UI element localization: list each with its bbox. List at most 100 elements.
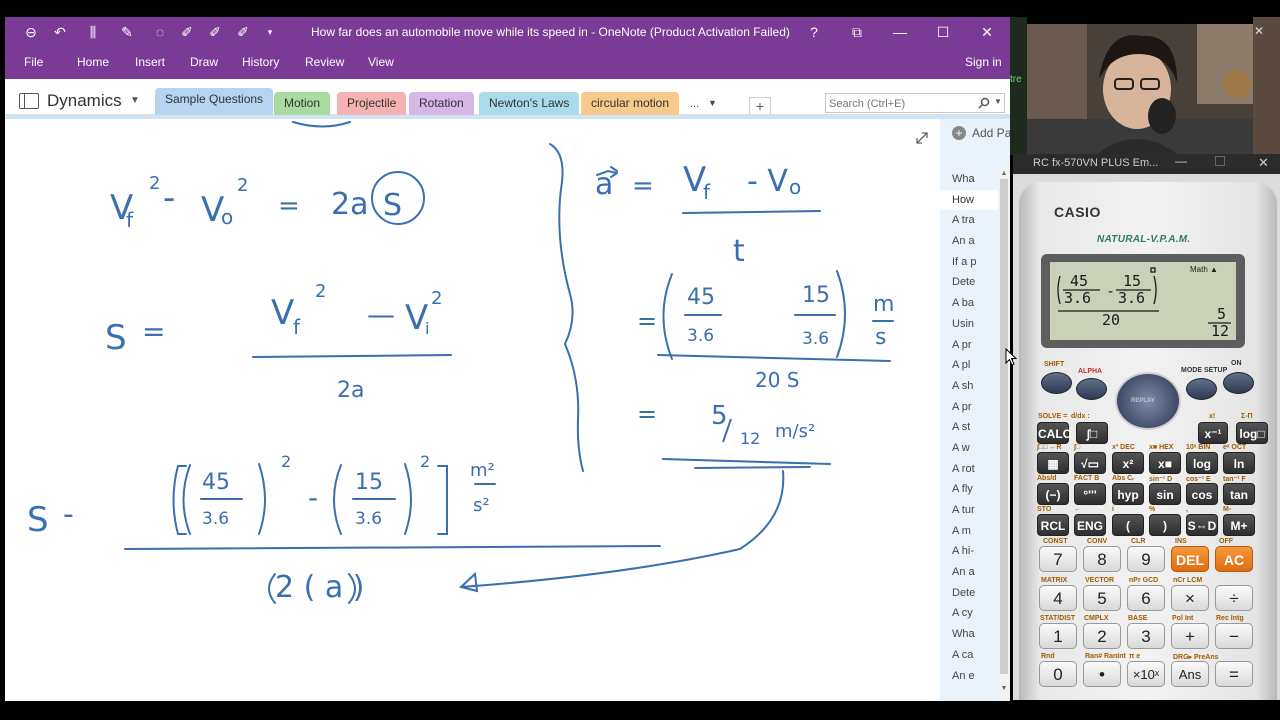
number-key[interactable]: = bbox=[1215, 661, 1253, 687]
function-key[interactable]: (−) bbox=[1037, 483, 1069, 505]
function-key[interactable]: log bbox=[1186, 452, 1218, 474]
function-key[interactable]: hyp bbox=[1112, 483, 1144, 505]
page-list-item[interactable]: An a bbox=[940, 231, 998, 252]
pen-tools-icon[interactable]: ⫼ bbox=[83, 22, 103, 42]
section-tab-newtons-laws[interactable]: Newton's Laws bbox=[479, 92, 580, 115]
page-list-item[interactable]: How bbox=[940, 189, 998, 211]
function-key[interactable]: ▦ bbox=[1037, 452, 1069, 474]
minimize-icon[interactable]: — bbox=[1175, 154, 1187, 168]
page-list-item[interactable]: A w bbox=[940, 438, 998, 459]
note-canvas[interactable]: V f 2 - V o 2 = 2a S S = V f 2 — V i 2 2… bbox=[5, 115, 940, 701]
number-key[interactable]: 1 bbox=[1039, 623, 1077, 649]
minimize-icon[interactable]: — bbox=[888, 21, 912, 43]
number-key[interactable]: • bbox=[1083, 661, 1121, 687]
menu-home[interactable]: Home bbox=[77, 55, 109, 69]
page-list-item[interactable]: An a bbox=[940, 562, 998, 583]
section-tab-rotation[interactable]: Rotation bbox=[409, 92, 474, 115]
function-key[interactable]: ) bbox=[1149, 514, 1181, 536]
function-key[interactable]: cos bbox=[1186, 483, 1218, 505]
function-key[interactable]: sin bbox=[1149, 483, 1181, 505]
page-list-item[interactable]: A fly bbox=[940, 479, 998, 500]
page-list-item[interactable]: Wha bbox=[940, 624, 998, 645]
shift-key[interactable] bbox=[1041, 372, 1072, 394]
integral-key[interactable]: ∫□ bbox=[1076, 422, 1108, 444]
maximize-icon[interactable]: ☐ bbox=[931, 21, 955, 43]
menu-history[interactable]: History bbox=[242, 55, 279, 69]
reciprocal-key[interactable]: x⁻¹ bbox=[1198, 422, 1228, 444]
log-base-key[interactable]: log□ bbox=[1236, 422, 1268, 444]
customize-qat-icon[interactable]: ▾ bbox=[260, 22, 280, 42]
number-key[interactable]: 0 bbox=[1039, 661, 1077, 687]
page-list-item[interactable]: A m bbox=[940, 521, 998, 542]
scroll-down-icon[interactable]: ▼ bbox=[999, 684, 1009, 694]
scroll-up-icon[interactable]: ▲ bbox=[999, 169, 1009, 179]
number-key[interactable]: × bbox=[1171, 585, 1209, 611]
close-icon[interactable]: ✕ bbox=[1254, 24, 1264, 38]
page-list-item[interactable]: An e bbox=[940, 666, 998, 687]
lasso-icon[interactable]: ◌ bbox=[150, 22, 170, 42]
page-list-item[interactable]: A pl bbox=[940, 355, 998, 376]
highlighter-icon[interactable]: ✎ bbox=[117, 22, 137, 42]
function-key[interactable]: ENG bbox=[1074, 514, 1106, 536]
fullscreen-icon[interactable]: ⧉ bbox=[845, 21, 869, 43]
number-key[interactable]: 9 bbox=[1127, 546, 1165, 572]
section-tab-circular-motion[interactable]: circular motion bbox=[581, 92, 680, 115]
page-list-item[interactable]: A ca bbox=[940, 645, 998, 666]
number-key[interactable]: − bbox=[1215, 623, 1253, 649]
page-list-item[interactable]: A hi- bbox=[940, 541, 998, 562]
more-sections-button[interactable]: ... bbox=[690, 98, 699, 110]
page-list-item[interactable]: Dete bbox=[940, 272, 998, 293]
scroll-thumb[interactable] bbox=[1000, 179, 1008, 674]
alpha-key[interactable] bbox=[1076, 378, 1107, 400]
black-pen-icon[interactable]: ✐ bbox=[177, 22, 197, 42]
number-key[interactable]: + bbox=[1171, 623, 1209, 649]
number-key[interactable]: 8 bbox=[1083, 546, 1121, 572]
menu-review[interactable]: Review bbox=[305, 55, 344, 69]
maximize-icon[interactable] bbox=[1215, 156, 1225, 166]
page-scrollbar[interactable]: ▲ ▼ bbox=[998, 169, 1010, 701]
number-key[interactable]: 4 bbox=[1039, 585, 1077, 611]
undo-icon[interactable]: ↶ bbox=[50, 22, 70, 42]
page-list-item[interactable]: A tur bbox=[940, 500, 998, 521]
function-key[interactable]: x² bbox=[1112, 452, 1144, 474]
expand-icon[interactable] bbox=[915, 131, 929, 145]
chevron-down-icon[interactable]: ▼ bbox=[130, 95, 140, 106]
page-list-item[interactable]: A sh bbox=[940, 376, 998, 397]
page-list-item[interactable]: A st bbox=[940, 417, 998, 438]
section-tab-motion[interactable]: Motion bbox=[274, 92, 331, 115]
mode-key[interactable] bbox=[1186, 378, 1217, 400]
number-key[interactable]: 7 bbox=[1039, 546, 1077, 572]
page-list-item[interactable]: Dete bbox=[940, 583, 998, 604]
function-key[interactable]: RCL bbox=[1037, 514, 1069, 536]
chevron-down-icon[interactable]: ▼ bbox=[708, 98, 717, 108]
function-key[interactable]: tan bbox=[1223, 483, 1255, 505]
help-button[interactable]: ? bbox=[802, 21, 826, 43]
menu-view[interactable]: View bbox=[368, 55, 394, 69]
number-key[interactable]: DEL bbox=[1171, 546, 1209, 572]
page-list-item[interactable]: A pr bbox=[940, 397, 998, 418]
red-pen-icon[interactable]: ✐ bbox=[205, 22, 225, 42]
section-tab-projectile[interactable]: Projectile bbox=[337, 92, 407, 115]
close-icon[interactable]: ✕ bbox=[1258, 155, 1269, 171]
function-key[interactable]: °''' bbox=[1074, 483, 1106, 505]
function-key[interactable]: ( bbox=[1112, 514, 1144, 536]
page-list-item[interactable]: If a p bbox=[940, 252, 998, 273]
menu-insert[interactable]: Insert bbox=[135, 55, 165, 69]
menu-draw[interactable]: Draw bbox=[190, 55, 218, 69]
page-list-item[interactable]: Wha bbox=[940, 169, 998, 190]
page-list-item[interactable]: Usin bbox=[940, 314, 998, 335]
number-key[interactable]: 2 bbox=[1083, 623, 1121, 649]
number-key[interactable]: ÷ bbox=[1215, 585, 1253, 611]
menu-file[interactable]: File bbox=[24, 55, 43, 69]
back-icon[interactable]: ⊖ bbox=[21, 22, 41, 42]
number-key[interactable]: Ans bbox=[1171, 661, 1209, 687]
number-key[interactable]: ×10ˣ bbox=[1127, 661, 1165, 687]
number-key[interactable]: 6 bbox=[1127, 585, 1165, 611]
number-key[interactable]: AC bbox=[1215, 546, 1253, 572]
close-icon[interactable]: ✕ bbox=[975, 21, 999, 43]
on-key[interactable] bbox=[1223, 372, 1254, 394]
search-icon[interactable] bbox=[978, 97, 990, 109]
sign-in-link[interactable]: Sign in bbox=[965, 55, 1002, 69]
notebook-name[interactable]: Dynamics bbox=[47, 91, 122, 111]
calc-key[interactable]: CALC bbox=[1037, 422, 1071, 444]
